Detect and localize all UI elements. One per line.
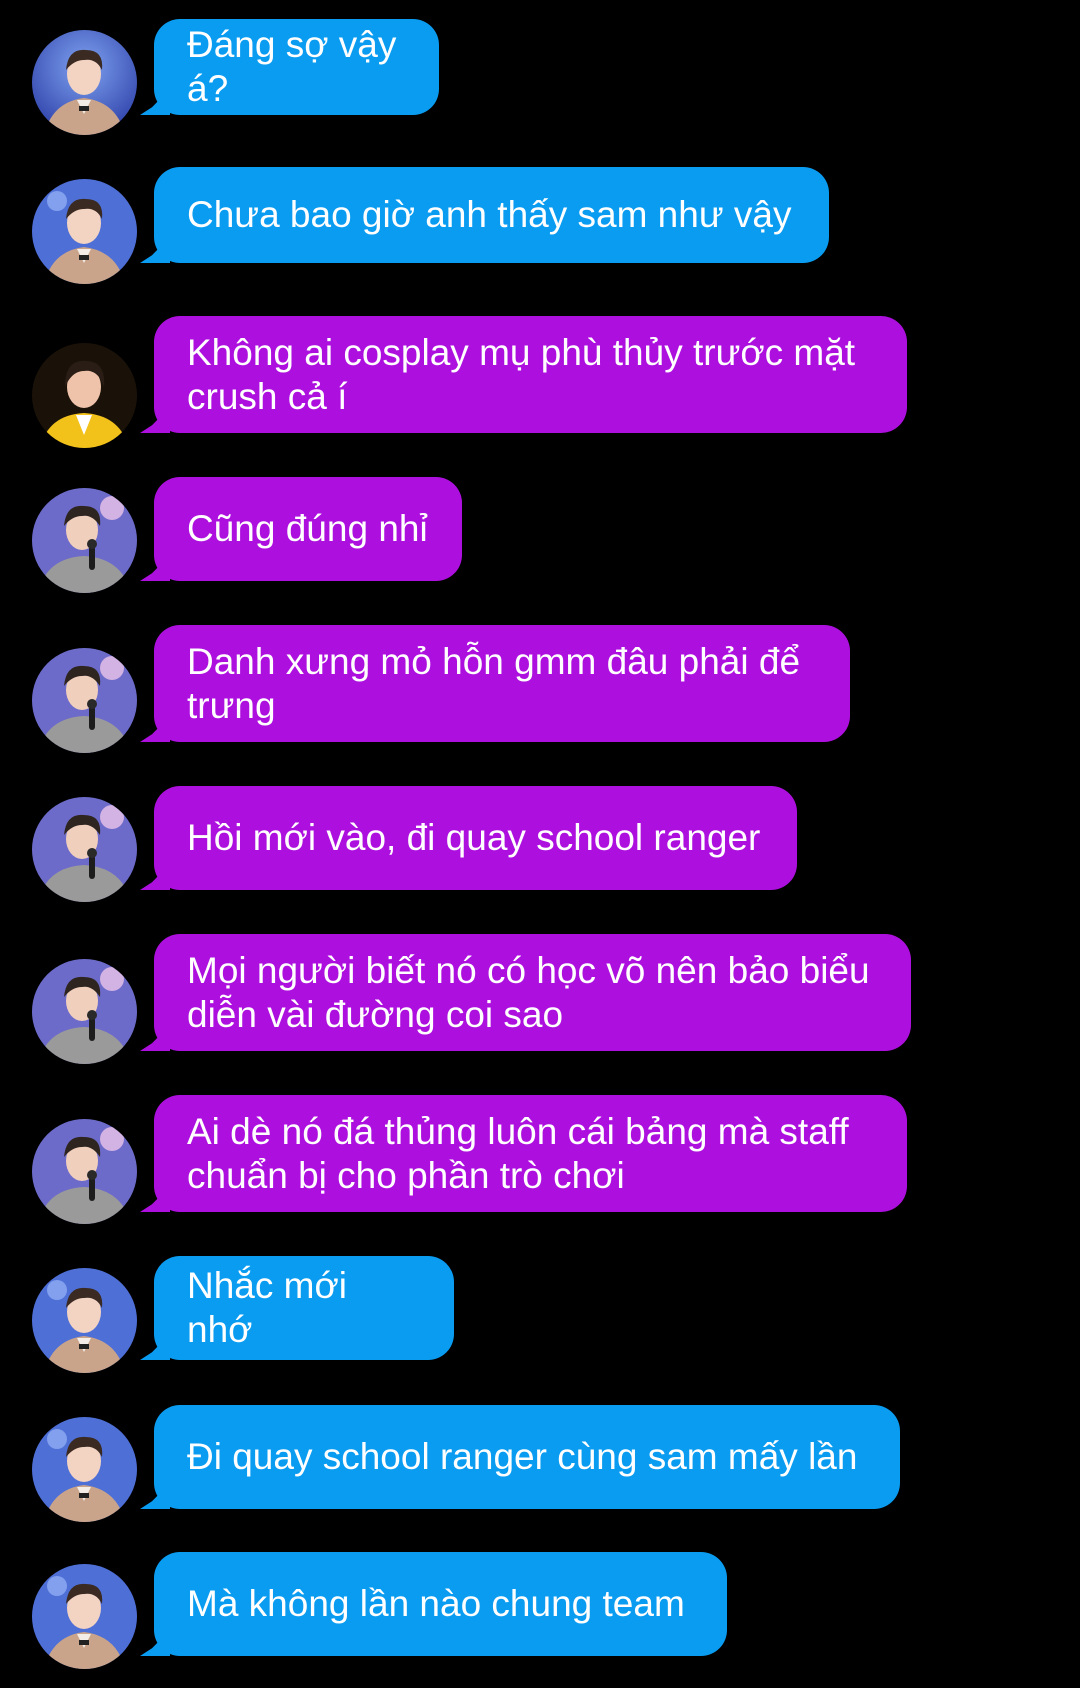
message-bubble[interactable]: Danh xưng mỏ hỗn gmm đâu phải để trưng <box>154 625 850 742</box>
message-text: Đi quay school ranger cùng sam mấy lần <box>187 1436 858 1477</box>
message-bubble[interactable]: Hồi mới vào, đi quay school ranger <box>154 786 797 890</box>
message-text: Danh xưng mỏ hỗn gmm đâu phải để trưng <box>187 640 801 726</box>
message-bubble[interactable]: Chưa bao giờ anh thấy sam như vậy <box>154 167 829 263</box>
avatar-stage-mic[interactable] <box>32 797 137 902</box>
message-bubble[interactable]: Ai dè nó đá thủng luôn cái bảng mà staff… <box>154 1095 907 1212</box>
message-text: Mà không lần nào chung team <box>187 1583 685 1624</box>
avatar-suit[interactable] <box>32 1268 137 1373</box>
message-text: Ai dè nó đá thủng luôn cái bảng mà staff… <box>187 1110 849 1196</box>
avatar-suit[interactable] <box>32 30 137 135</box>
avatar-suit[interactable] <box>32 179 137 284</box>
message-text: Hồi mới vào, đi quay school ranger <box>187 817 761 858</box>
avatar-stage-mic[interactable] <box>32 1119 137 1224</box>
avatar-suit[interactable] <box>32 1564 137 1669</box>
message-text: Cũng đúng nhỉ <box>187 508 428 549</box>
avatar-suit[interactable] <box>32 1417 137 1522</box>
message-text: Chưa bao giờ anh thấy sam như vậy <box>187 194 792 235</box>
message-bubble[interactable]: Nhắc mới nhớ <box>154 1256 454 1360</box>
message-bubble[interactable]: Mọi người biết nó có học võ nên bảo biểu… <box>154 934 911 1051</box>
avatar-stage-mic[interactable] <box>32 648 137 753</box>
avatar-stage-mic[interactable] <box>32 959 137 1064</box>
chat-thread: Đáng sợ vậy á? Chưa bao giờ anh thấy sam… <box>0 0 1080 1688</box>
avatar-yellow-jacket[interactable] <box>32 343 137 448</box>
message-bubble[interactable]: Không ai cosplay mụ phù thủy trước mặt c… <box>154 316 907 433</box>
message-bubble[interactable]: Đi quay school ranger cùng sam mấy lần <box>154 1405 900 1509</box>
message-text: Không ai cosplay mụ phù thủy trước mặt c… <box>187 331 856 417</box>
message-text: Đáng sợ vậy á? <box>187 24 397 109</box>
avatar-stage-mic[interactable] <box>32 488 137 593</box>
message-text: Nhắc mới nhớ <box>187 1265 347 1350</box>
message-bubble[interactable]: Cũng đúng nhỉ <box>154 477 462 581</box>
message-bubble[interactable]: Đáng sợ vậy á? <box>154 19 439 115</box>
message-text: Mọi người biết nó có học võ nên bảo biểu… <box>187 949 870 1035</box>
message-bubble[interactable]: Mà không lần nào chung team <box>154 1552 727 1656</box>
